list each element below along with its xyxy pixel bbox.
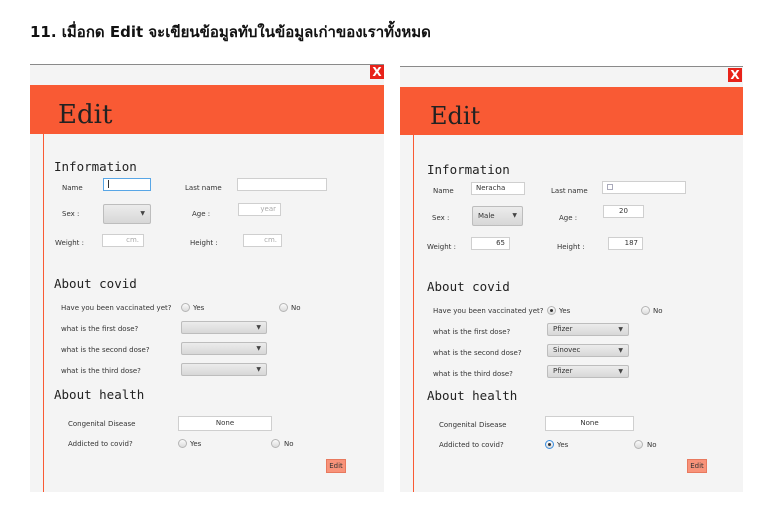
lastname-field[interactable] <box>602 181 686 194</box>
vaccinated-yes-radio[interactable] <box>547 306 556 315</box>
height-label: Height : <box>190 239 218 247</box>
weight-label: Weight : <box>55 239 84 247</box>
section-health: About health <box>54 387 145 402</box>
congenital-label: Congenital Disease <box>439 421 507 429</box>
sex-select[interactable]: Male ▼ <box>472 206 523 226</box>
first-dose-select[interactable]: Pfizer ▼ <box>547 323 629 336</box>
first-dose-question: what is the first dose? <box>433 328 511 336</box>
congenital-label: Congenital Disease <box>68 420 136 428</box>
congenital-field[interactable]: None <box>178 416 272 431</box>
chevron-down-icon: ▼ <box>256 324 261 331</box>
name-label: Name <box>433 187 454 195</box>
edit-window-empty: X Edit Information Name Last name Sex : … <box>30 64 384 492</box>
addicted-yes-radio[interactable] <box>178 439 187 448</box>
addicted-no-label: No <box>647 441 657 449</box>
page-title: Edit <box>430 102 481 130</box>
lastname-label: Last name <box>185 184 222 192</box>
addicted-question: Addicted to covid? <box>439 441 504 449</box>
edit-button[interactable]: Edit <box>326 459 346 473</box>
addicted-no-radio[interactable] <box>634 440 643 449</box>
addicted-no-label: No <box>284 440 294 448</box>
third-dose-select[interactable]: ▼ <box>181 363 267 376</box>
close-icon[interactable]: X <box>728 68 742 82</box>
first-dose-select[interactable]: ▼ <box>181 321 267 334</box>
name-field[interactable]: Neracha <box>471 182 525 195</box>
sex-value: Male <box>478 212 495 220</box>
height-field[interactable]: cm. <box>243 234 282 247</box>
vaccinated-no-radio[interactable] <box>641 306 650 315</box>
first-dose-value: Pfizer <box>553 325 573 333</box>
lastname-label: Last name <box>551 187 588 195</box>
lastname-field[interactable] <box>237 178 327 191</box>
third-dose-question: what is the third dose? <box>61 367 141 375</box>
third-dose-question: what is the third dose? <box>433 370 513 378</box>
window-border <box>400 66 743 67</box>
vaccinated-no-label: No <box>653 307 663 315</box>
name-label: Name <box>62 184 83 192</box>
close-icon[interactable]: X <box>370 65 384 79</box>
age-field[interactable]: 20 <box>603 205 644 218</box>
first-dose-question: what is the first dose? <box>61 325 139 333</box>
chevron-down-icon: ▼ <box>618 368 623 375</box>
text-caret <box>108 180 109 188</box>
vaccinated-no-label: No <box>291 304 301 312</box>
sex-label: Sex : <box>432 214 450 222</box>
chevron-down-icon: ▼ <box>618 347 623 354</box>
age-label: Age : <box>192 210 211 218</box>
weight-field[interactable]: 65 <box>471 237 510 250</box>
height-label: Height : <box>557 243 585 251</box>
second-dose-select[interactable]: Sinovec ▼ <box>547 344 629 357</box>
accent-line <box>413 135 414 492</box>
vaccinated-question: Have you been vaccinated yet? <box>61 304 172 312</box>
vaccinated-question: Have you been vaccinated yet? <box>433 307 544 315</box>
vaccinated-yes-radio[interactable] <box>181 303 190 312</box>
section-covid: About covid <box>54 276 137 291</box>
age-label: Age : <box>559 214 578 222</box>
name-field[interactable] <box>103 178 151 191</box>
section-health: About health <box>427 388 518 403</box>
edit-button[interactable]: Edit <box>687 459 707 473</box>
second-dose-question: what is the second dose? <box>433 349 522 357</box>
chevron-down-icon: ▼ <box>256 366 261 373</box>
accent-line <box>43 134 44 492</box>
vaccinated-yes-label: Yes <box>193 304 205 312</box>
chevron-down-icon: ▼ <box>256 345 261 352</box>
section-covid: About covid <box>427 279 510 294</box>
chevron-down-icon: ▼ <box>618 326 623 333</box>
addicted-question: Addicted to covid? <box>68 440 133 448</box>
addicted-yes-label: Yes <box>190 440 202 448</box>
section-information: Information <box>427 162 510 177</box>
sex-select[interactable]: ▼ <box>103 204 151 224</box>
height-field[interactable]: 187 <box>608 237 643 250</box>
section-information: Information <box>54 159 137 174</box>
chevron-down-icon: ▼ <box>140 210 145 217</box>
sex-label: Sex : <box>62 210 80 218</box>
vaccinated-yes-label: Yes <box>559 307 571 315</box>
second-dose-value: Sinovec <box>553 346 581 354</box>
chevron-down-icon: ▼ <box>512 212 517 219</box>
cursor-marker-icon <box>607 184 613 190</box>
age-field[interactable]: year <box>238 203 281 216</box>
page-heading: 11. เมื่อกด Edit จะเขียนข้อมูลทับในข้อมู… <box>30 23 431 41</box>
edit-window-filled: X Edit Information Name Neracha Last nam… <box>400 66 743 492</box>
addicted-yes-radio[interactable] <box>545 440 554 449</box>
second-dose-question: what is the second dose? <box>61 346 150 354</box>
addicted-no-radio[interactable] <box>271 439 280 448</box>
addicted-yes-label: Yes <box>557 441 569 449</box>
window-border <box>30 64 384 65</box>
second-dose-select[interactable]: ▼ <box>181 342 267 355</box>
vaccinated-no-radio[interactable] <box>279 303 288 312</box>
third-dose-value: Pfizer <box>553 367 573 375</box>
third-dose-select[interactable]: Pfizer ▼ <box>547 365 629 378</box>
congenital-field[interactable]: None <box>545 416 634 431</box>
weight-field[interactable]: cm. <box>102 234 144 247</box>
weight-label: Weight : <box>427 243 456 251</box>
page-title: Edit <box>58 100 113 130</box>
